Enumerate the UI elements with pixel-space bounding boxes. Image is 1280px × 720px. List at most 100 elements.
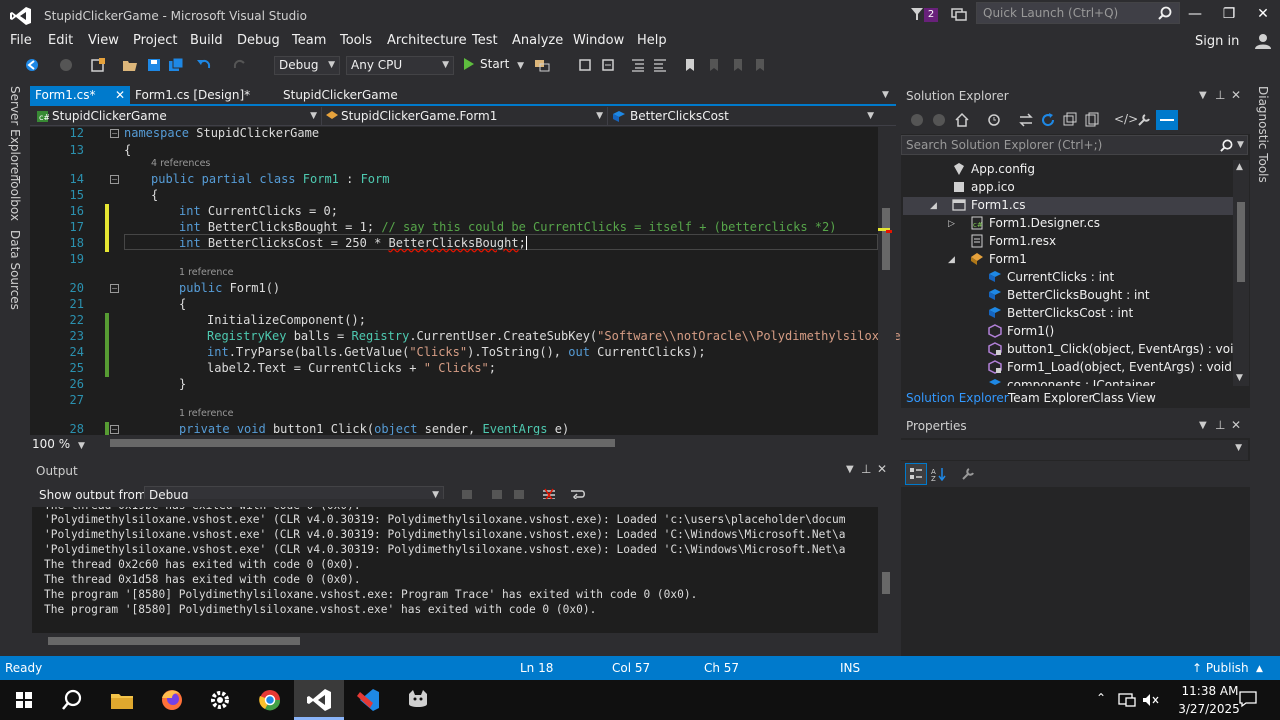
publish-button[interactable]: ↑ Publish bbox=[1192, 661, 1249, 675]
tree-item-member[interactable]: Form1() bbox=[1007, 322, 1054, 340]
output-horizontal-scroll-thumb[interactable] bbox=[48, 637, 300, 645]
tree-item-form1-cs[interactable]: Form1.cs bbox=[971, 196, 1026, 214]
tree-item-app-ico[interactable]: app.ico bbox=[971, 178, 1015, 196]
toolbox-tab[interactable]: Toolbox bbox=[8, 176, 22, 221]
properties-object-select[interactable]: ▼ bbox=[901, 440, 1248, 460]
pin-icon[interactable]: ⊥ bbox=[861, 462, 871, 476]
property-pages-wrench-icon[interactable] bbox=[961, 467, 975, 481]
tree-item-form1-resx[interactable]: Form1.resx bbox=[989, 232, 1056, 250]
back-icon[interactable] bbox=[910, 113, 924, 127]
tree-item-member[interactable]: BetterClicksBought : int bbox=[1007, 286, 1150, 304]
menu-debug[interactable]: Debug bbox=[237, 33, 280, 48]
chrome-icon[interactable] bbox=[256, 686, 284, 714]
codelens-references[interactable]: 1 reference bbox=[179, 408, 233, 419]
chevron-up-icon[interactable]: ⌃ bbox=[1096, 691, 1106, 705]
tree-item-member[interactable]: button1_Click(object, EventArgs) : void bbox=[1007, 340, 1241, 358]
next-bookmark-icon[interactable] bbox=[730, 57, 746, 73]
collapsed-arrow-icon[interactable]: ▷ bbox=[948, 219, 955, 229]
editor-vertical-scrollbar[interactable] bbox=[878, 127, 896, 435]
close-window-button[interactable]: ✕ bbox=[1246, 4, 1280, 24]
data-sources-tab[interactable]: Data Sources bbox=[8, 230, 22, 310]
menu-test[interactable]: Test bbox=[472, 33, 498, 48]
search-icon[interactable] bbox=[1158, 6, 1172, 20]
tab-class-view[interactable]: Class View bbox=[1092, 391, 1156, 405]
forward-icon[interactable] bbox=[932, 113, 946, 127]
vscode-icon[interactable] bbox=[354, 686, 382, 714]
navigate-forward-icon[interactable] bbox=[58, 57, 74, 73]
show-all-files-icon[interactable] bbox=[1084, 112, 1100, 128]
diagnostic-tools-tab[interactable]: Diagnostic Tools bbox=[1256, 86, 1270, 183]
type-navigation-select[interactable]: StupidClickerGame.Form1 ▼ bbox=[322, 107, 608, 126]
minimize-button[interactable]: — bbox=[1178, 4, 1212, 24]
settings-gear-icon[interactable] bbox=[206, 686, 234, 714]
tree-item-form1-designer[interactable]: Form1.Designer.cs bbox=[989, 214, 1100, 232]
user-account-icon[interactable] bbox=[1254, 33, 1272, 49]
tree-item-member[interactable]: BetterClicksCost : int bbox=[1007, 304, 1133, 322]
windows-start-icon[interactable] bbox=[10, 686, 38, 714]
save-all-icon[interactable] bbox=[168, 57, 184, 73]
notification-filter-icon[interactable] bbox=[910, 6, 924, 22]
output-vertical-scroll-thumb[interactable] bbox=[882, 572, 890, 594]
codelens-references[interactable]: 1 reference bbox=[179, 267, 233, 278]
file-explorer-icon[interactable] bbox=[108, 686, 136, 714]
fold-toggle[interactable]: − bbox=[110, 175, 119, 184]
alphabetical-icon[interactable]: AZ bbox=[931, 467, 947, 481]
tree-item-form1-class[interactable]: Form1 bbox=[989, 250, 1027, 268]
menu-help[interactable]: Help bbox=[637, 33, 667, 48]
solution-tree-scroll-thumb[interactable] bbox=[1237, 202, 1245, 282]
menu-team[interactable]: Team bbox=[292, 33, 326, 48]
network-icon[interactable] bbox=[1118, 692, 1136, 708]
step-over-icon[interactable] bbox=[600, 57, 616, 73]
visual-studio-icon[interactable] bbox=[305, 686, 333, 714]
firefox-icon[interactable] bbox=[158, 686, 186, 714]
menu-window[interactable]: Window bbox=[573, 33, 624, 48]
tree-item-member[interactable]: components : IContainer bbox=[1007, 376, 1155, 386]
codelens-references[interactable]: 4 references bbox=[151, 158, 210, 169]
close-panel-icon[interactable]: ✕ bbox=[1231, 88, 1241, 102]
menu-edit[interactable]: Edit bbox=[48, 33, 73, 48]
start-debugging-button[interactable]: Start ▼ bbox=[462, 56, 524, 75]
menu-tools[interactable]: Tools bbox=[340, 33, 372, 48]
collapse-all-icon[interactable] bbox=[1062, 112, 1078, 128]
zoom-level-select[interactable]: 100 % ▼ bbox=[32, 437, 85, 451]
save-icon[interactable] bbox=[146, 57, 162, 73]
menu-build[interactable]: Build bbox=[190, 33, 223, 48]
menu-architecture[interactable]: Architecture bbox=[387, 33, 467, 48]
expanded-arrow-icon[interactable]: ◢ bbox=[930, 201, 937, 211]
editor-horizontal-scroll-thumb[interactable] bbox=[110, 439, 615, 447]
panel-menu-icon[interactable]: ▼ bbox=[1199, 90, 1207, 101]
tab-overflow-chevron-icon[interactable]: ▼ bbox=[882, 90, 889, 100]
menu-project[interactable]: Project bbox=[133, 33, 177, 48]
redo-icon[interactable] bbox=[232, 57, 248, 73]
expanded-arrow-icon[interactable]: ◢ bbox=[948, 255, 955, 265]
close-tab-icon[interactable]: ✕ bbox=[115, 88, 127, 102]
undo-icon[interactable] bbox=[196, 57, 212, 73]
menu-analyze[interactable]: Analyze bbox=[512, 33, 563, 48]
project-navigation-select[interactable]: c# StupidClickerGame ▼ bbox=[32, 107, 322, 126]
scroll-down-icon[interactable]: ▼ bbox=[1236, 373, 1243, 383]
feedback-icon[interactable] bbox=[951, 6, 967, 22]
sign-in-link[interactable]: Sign in bbox=[1195, 34, 1239, 49]
outdent-icon[interactable] bbox=[630, 57, 646, 73]
close-panel-icon[interactable]: ✕ bbox=[1231, 418, 1241, 432]
taskbar-clock-time[interactable]: 11:38 AM bbox=[1172, 684, 1248, 698]
menu-file[interactable]: File bbox=[10, 33, 32, 48]
fold-toggle[interactable]: − bbox=[110, 425, 119, 434]
quick-launch-input[interactable]: Quick Launch (Ctrl+Q) bbox=[976, 2, 1180, 24]
sync-active-document-icon[interactable] bbox=[1018, 112, 1034, 128]
tab-solution-explorer[interactable]: Solution Explorer bbox=[906, 391, 1009, 405]
cat-app-icon[interactable] bbox=[404, 686, 432, 714]
tab-form1-designer[interactable]: Form1.cs [Design]* bbox=[130, 86, 270, 106]
tab-project-properties[interactable]: StupidClickerGame bbox=[278, 86, 398, 106]
indent-icon[interactable] bbox=[652, 57, 668, 73]
fold-toggle[interactable]: − bbox=[110, 129, 119, 138]
clear-bookmarks-icon[interactable] bbox=[752, 57, 768, 73]
maximize-button[interactable]: ❐ bbox=[1212, 4, 1246, 24]
tree-item-member[interactable]: CurrentClicks : int bbox=[1007, 268, 1114, 286]
close-panel-icon[interactable]: ✕ bbox=[877, 462, 887, 476]
scroll-up-icon[interactable]: ▲ bbox=[1236, 162, 1243, 172]
volume-muted-icon[interactable] bbox=[1142, 692, 1160, 708]
pin-icon[interactable]: ⊥ bbox=[1215, 418, 1225, 432]
tree-item-app-config[interactable]: App.config bbox=[971, 160, 1035, 178]
output-vertical-scrollbar[interactable] bbox=[878, 507, 896, 633]
